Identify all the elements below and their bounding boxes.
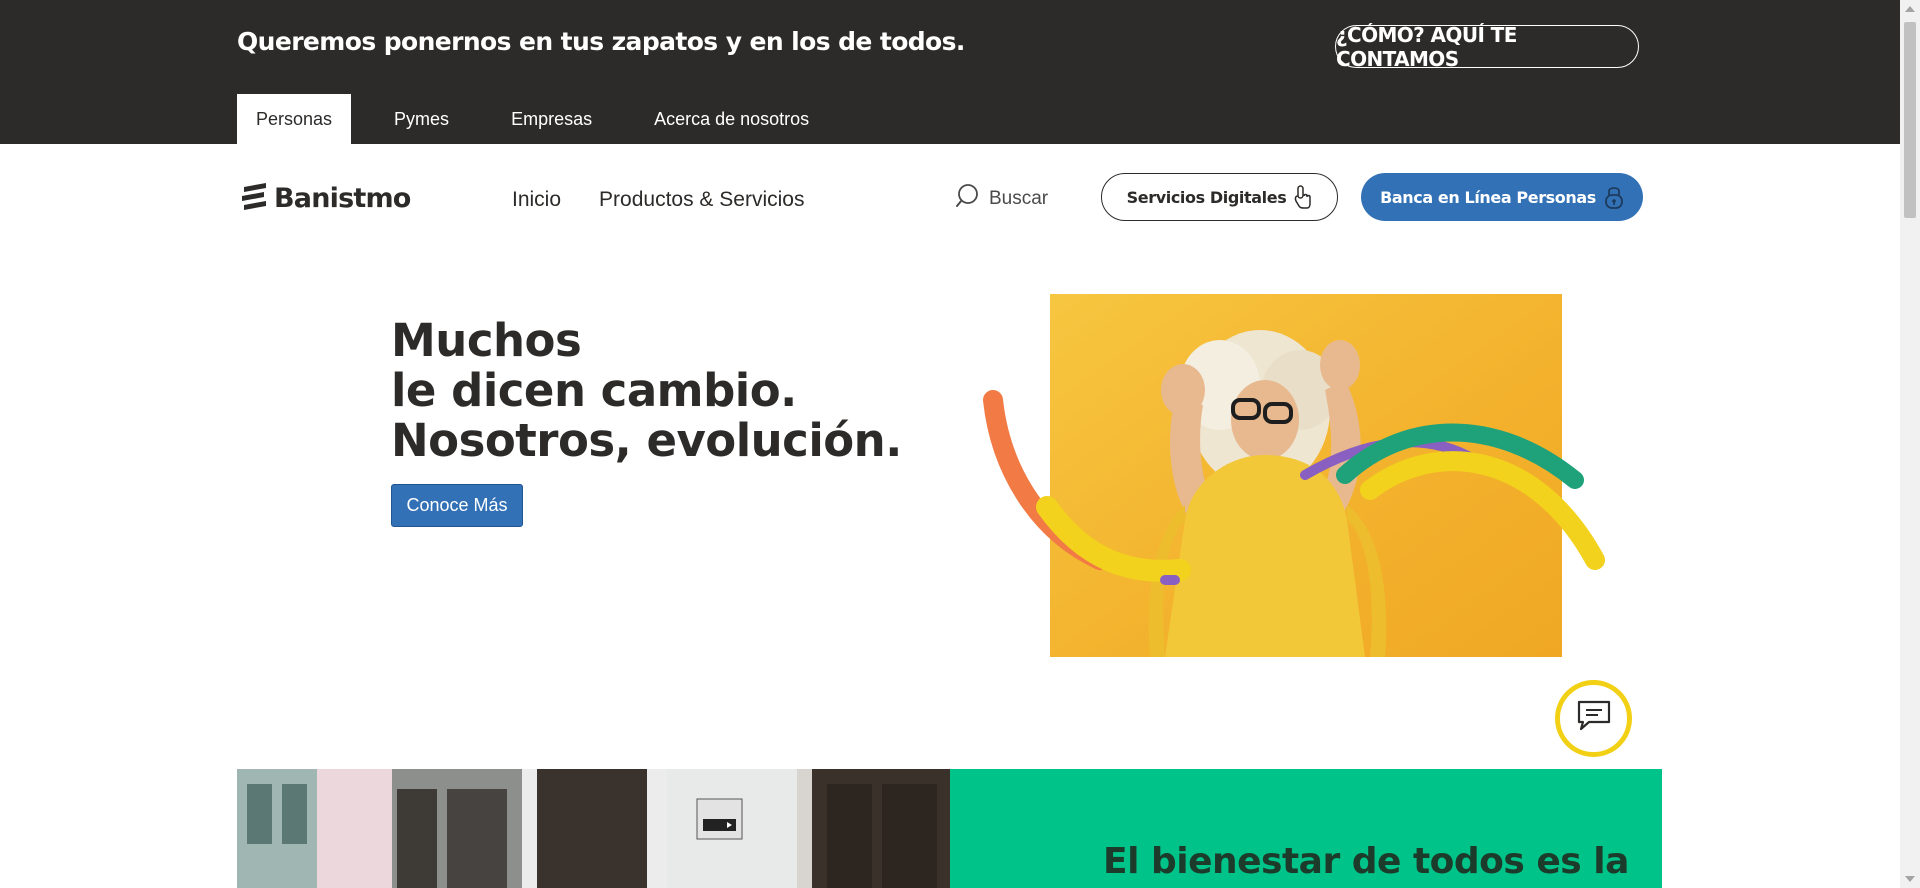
chat-button[interactable] bbox=[1555, 680, 1632, 757]
online-banking-label: Banca en Línea Personas bbox=[1380, 187, 1596, 207]
lock-icon bbox=[1604, 184, 1624, 210]
digital-services-label: Servicios Digitales bbox=[1126, 187, 1287, 207]
hero-title-line-3: Nosotros, evolución. bbox=[391, 414, 902, 467]
wellbeing-title: El bienestar de todos es la bbox=[1103, 841, 1629, 882]
scroll-up-arrow-icon[interactable] bbox=[1905, 6, 1915, 12]
tab-acerca-de-nosotros[interactable]: Acerca de nosotros bbox=[635, 94, 828, 144]
chat-icon bbox=[1575, 698, 1613, 739]
scrollbar-thumb[interactable] bbox=[1904, 22, 1916, 218]
segment-tabs: Personas Pymes Empresas Acerca de nosotr… bbox=[237, 94, 852, 144]
hero-title: Muchos le dicen cambio. Nosotros, evoluc… bbox=[391, 316, 902, 466]
tab-empresas[interactable]: Empresas bbox=[492, 94, 611, 144]
hero-image bbox=[975, 290, 1625, 670]
hand-pointer-icon bbox=[1294, 185, 1312, 209]
main-nav: Inicio Productos & Servicios bbox=[512, 188, 842, 212]
nav-item-inicio[interactable]: Inicio bbox=[512, 188, 561, 212]
nav-item-productos-servicios[interactable]: Productos & Servicios bbox=[599, 188, 804, 212]
online-banking-button[interactable]: Banca en Línea Personas bbox=[1361, 173, 1643, 221]
conoce-mas-button[interactable]: Conoce Más bbox=[391, 484, 523, 527]
banistmo-logo[interactable]: Banistmo bbox=[240, 182, 411, 215]
search-label: Buscar bbox=[989, 188, 1049, 209]
hero-title-line-1: Muchos bbox=[391, 314, 582, 367]
tab-pymes[interactable]: Pymes bbox=[375, 94, 468, 144]
lower-street-image bbox=[237, 769, 950, 888]
wellbeing-section: El bienestar de todos es la bbox=[950, 769, 1662, 888]
logo-mark-icon bbox=[240, 182, 270, 215]
digital-services-button[interactable]: Servicios Digitales bbox=[1101, 173, 1338, 221]
top-bar: Queremos ponernos en tus zapatos y en lo… bbox=[0, 0, 1900, 144]
como-button[interactable]: ¿CÓMO? AQUÍ TE CONTAMOS bbox=[1335, 23, 1639, 71]
hero-title-line-2: le dicen cambio. bbox=[391, 364, 797, 417]
search-icon bbox=[955, 183, 981, 215]
search-button[interactable]: Buscar bbox=[955, 183, 1048, 215]
tagline: Queremos ponernos en tus zapatos y en lo… bbox=[237, 27, 965, 56]
scroll-down-arrow-icon[interactable] bbox=[1905, 876, 1915, 882]
tab-personas[interactable]: Personas bbox=[237, 94, 352, 144]
page-scrollbar[interactable] bbox=[1900, 0, 1920, 888]
logo-text: Banistmo bbox=[274, 183, 411, 214]
